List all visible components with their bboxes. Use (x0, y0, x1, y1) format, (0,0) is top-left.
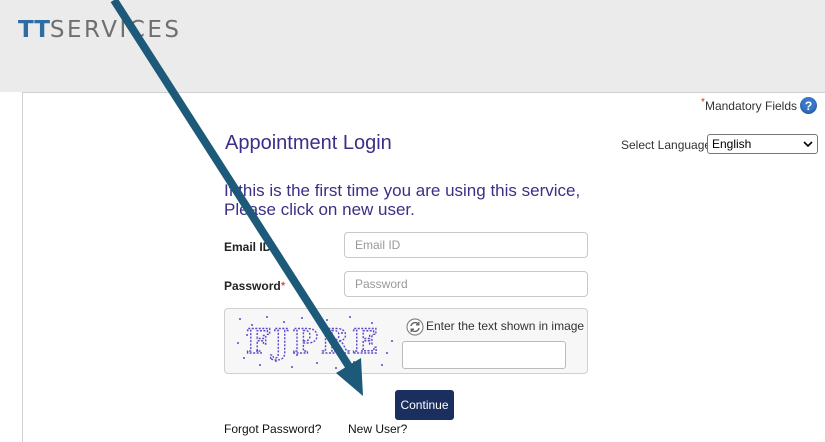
email-label: Email ID (224, 240, 272, 254)
language-label: Select Language : (621, 138, 718, 152)
required-star: * (701, 97, 705, 108)
help-icon[interactable]: ? (800, 97, 817, 114)
required-star: * (280, 279, 286, 293)
captcha-input[interactable] (402, 341, 566, 369)
language-select[interactable]: English (707, 134, 818, 154)
forgot-password-link[interactable]: Forgot Password? (224, 422, 321, 436)
mandatory-fields-label: Mandatory Fields (704, 98, 797, 113)
password-placeholder: Password (355, 277, 408, 291)
captcha-prompt: Enter the text shown in image (426, 319, 585, 333)
continue-button[interactable]: Continue (395, 390, 454, 420)
captcha-image: FJPRE (237, 316, 393, 369)
new-user-link[interactable]: New User? (348, 422, 407, 436)
password-label: Password* (224, 279, 286, 293)
email-field[interactable]: Email ID (344, 232, 588, 258)
intro-text: If this is the first time you are using … (224, 181, 581, 219)
captcha-box: FJPRE Enter the text shown in image (224, 308, 588, 374)
captcha-text: FJPRE (246, 322, 381, 362)
chevron-down-icon (803, 141, 813, 148)
mandatory-fields-note: * Mandatory Fields ? (701, 97, 817, 114)
top-header-bar (0, 0, 825, 92)
tt-services-logo: TTSERVICES (18, 17, 182, 43)
password-field[interactable]: Password (344, 271, 588, 297)
email-placeholder: Email ID (355, 238, 401, 252)
page-title: Appointment Login (225, 132, 392, 154)
refresh-icon[interactable] (406, 318, 424, 336)
language-selected-value: English (712, 137, 752, 151)
